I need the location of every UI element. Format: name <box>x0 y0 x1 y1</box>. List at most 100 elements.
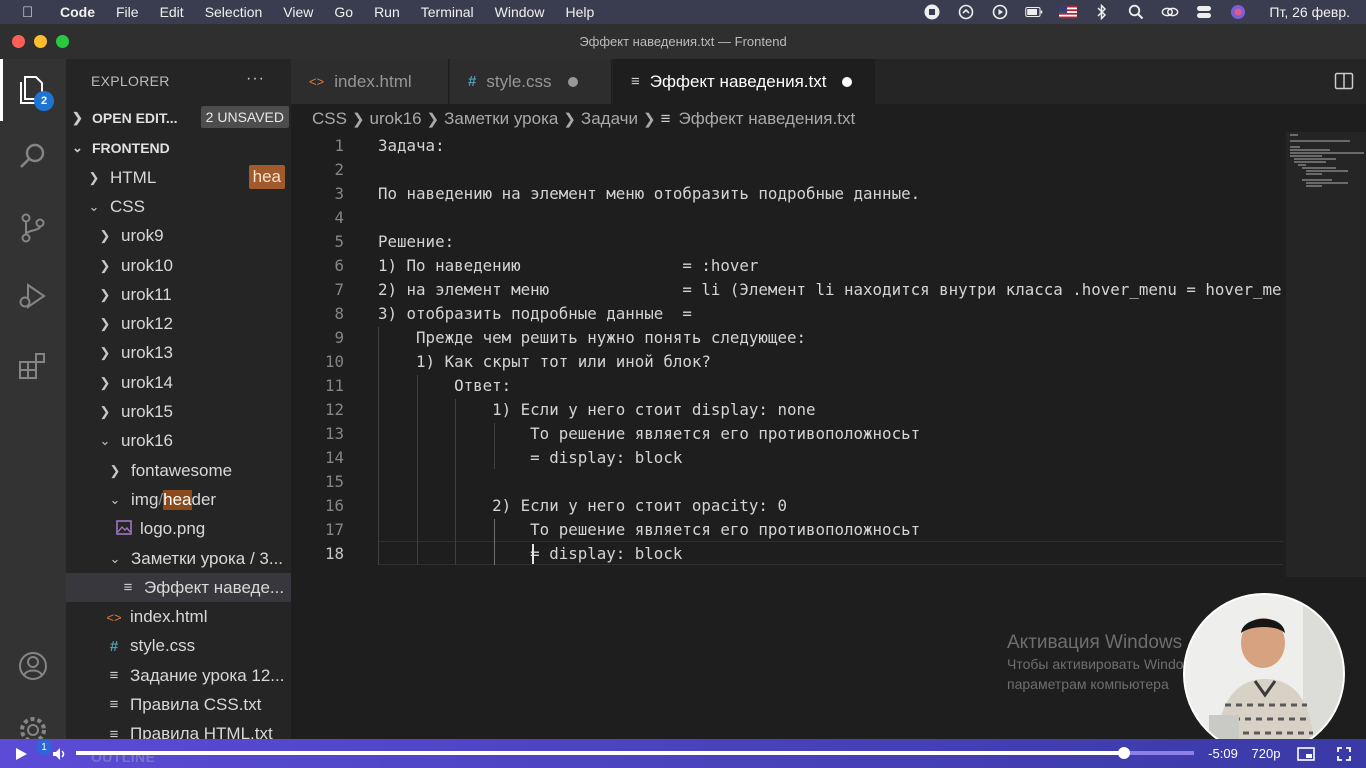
chevron-right-icon: ❯ <box>643 111 656 128</box>
control-center-icon[interactable] <box>1195 3 1213 21</box>
fullscreen-icon[interactable] <box>1332 739 1356 768</box>
volume-icon[interactable] <box>48 739 72 768</box>
tree-folder-urok14[interactable]: ❯ urok14 <box>66 368 291 397</box>
search-view-icon[interactable] <box>14 137 52 175</box>
play-icon[interactable] <box>8 739 34 768</box>
activity-bar: 2 <box>0 59 66 743</box>
minimap-line <box>1302 179 1332 181</box>
code-line: 18 = display: block <box>291 542 1286 566</box>
tree-folder-img-header[interactable]: ⌄ img / hea der <box>66 485 291 514</box>
open-editors-section[interactable]: ❯ OPEN EDIT... 2 UNSAVED <box>66 103 291 133</box>
text-file-icon: ≡ <box>123 579 133 597</box>
tree-folder-html[interactable]: ❯ HTML hea <box>66 163 291 192</box>
chevron-right-icon: ❯ <box>99 257 111 273</box>
image-file-icon <box>116 519 132 539</box>
editor-tab-bar: <> index.html # style.css ≡ Эффект навед… <box>291 59 1366 104</box>
menu-help[interactable]: Help <box>565 4 594 20</box>
tree-folder-zametki[interactable]: ⌄ Заметки урока / 3... <box>66 544 291 573</box>
unsaved-dot-icon[interactable] <box>567 76 578 87</box>
tree-folder-urok12[interactable]: ❯ urok12 <box>66 309 291 338</box>
frontend-folder-section[interactable]: ⌄ FRONTEND <box>66 133 291 163</box>
menu-app-name[interactable]: Code <box>60 4 95 20</box>
search-icon[interactable] <box>1127 3 1145 21</box>
chevron-down-icon: ⌄ <box>109 550 121 566</box>
menu-file[interactable]: File <box>116 4 139 20</box>
menu-window[interactable]: Window <box>495 4 545 20</box>
tree-folder-urok11[interactable]: ❯ urok11 <box>66 280 291 309</box>
line-number: 16 <box>324 496 344 515</box>
minimap-viewport[interactable] <box>1286 132 1366 577</box>
tree-folder-urok10[interactable]: ❯ urok10 <box>66 251 291 280</box>
bluetooth-icon[interactable] <box>1093 3 1111 21</box>
picture-in-picture-icon[interactable] <box>1294 739 1318 768</box>
tree-file-pravila-css[interactable]: ≡ Правила CSS.txt <box>66 690 291 719</box>
breadcrumb-item[interactable]: Задачи <box>581 109 638 129</box>
run-debug-icon[interactable] <box>14 277 52 315</box>
sync-icon[interactable] <box>957 3 975 21</box>
tab-style-css[interactable]: # style.css <box>450 59 612 104</box>
tab-label: index.html <box>334 71 412 91</box>
tree-folder-urok15[interactable]: ❯ urok15 <box>66 397 291 426</box>
menu-edit[interactable]: Edit <box>160 4 184 20</box>
video-player-bar: 1 OUTLINE -5:09 720p <box>0 739 1366 768</box>
tree-file-style-css[interactable]: # style.css <box>66 632 291 661</box>
code-line: 16 2) Если у него стоит opacity: 0 <box>291 494 1286 518</box>
line-number: 7 <box>334 280 344 299</box>
more-actions-icon[interactable]: ··· <box>246 70 265 88</box>
line-text: Задача: <box>378 136 445 155</box>
chevron-right-icon: ❯ <box>109 462 121 478</box>
siri-icon[interactable] <box>1229 3 1247 21</box>
play-circle-icon[interactable] <box>991 3 1009 21</box>
menu-run[interactable]: Run <box>374 4 400 20</box>
chevron-right-icon: ❯ <box>351 111 365 128</box>
tree-folder-css[interactable]: ⌄ CSS <box>66 192 291 221</box>
breadcrumb-item[interactable]: CSS <box>312 109 347 129</box>
text-file-icon: ≡ <box>109 696 119 714</box>
minimap-line <box>1306 173 1322 175</box>
tree-folder-urok13[interactable]: ❯ urok13 <box>66 339 291 368</box>
seek-bar[interactable] <box>76 747 1194 759</box>
quality-selector[interactable]: 720p <box>1250 739 1282 768</box>
menubar-date[interactable]: Пт, 26 февр. <box>1269 4 1350 20</box>
tree-file-logo-png[interactable]: logo.png <box>66 515 291 544</box>
tree-file-index-html[interactable]: <> index.html <box>66 602 291 631</box>
tree-file-zadanie-uroka[interactable]: ≡ Задание урока 12... <box>66 661 291 690</box>
screen-mirroring-icon[interactable] <box>1161 3 1179 21</box>
menu-terminal[interactable]: Terminal <box>421 4 474 20</box>
line-text: = display: block <box>378 544 683 563</box>
line-text: Ответ: <box>378 376 512 395</box>
line-number: 9 <box>334 328 344 347</box>
menu-view[interactable]: View <box>283 4 313 20</box>
split-editor-icon[interactable] <box>1334 71 1354 91</box>
explorer-icon[interactable]: 2 <box>14 71 54 111</box>
unsaved-badge: 2 UNSAVED <box>200 106 289 128</box>
breadcrumb-file[interactable]: Эффект наведения.txt <box>679 109 856 129</box>
tree-folder-urok16[interactable]: ⌄ urok16 <box>66 427 291 456</box>
battery-icon[interactable] <box>1025 3 1043 21</box>
html-file-icon: <> <box>309 74 325 89</box>
us-flag-icon[interactable] <box>1059 3 1078 21</box>
tree-label: urok10 <box>121 255 173 275</box>
line-number: 14 <box>324 448 344 467</box>
menu-go[interactable]: Go <box>334 4 353 20</box>
breadcrumb-item[interactable]: urok16 <box>370 109 422 129</box>
apple-icon[interactable]:  <box>22 4 42 21</box>
tree-folder-urok9[interactable]: ❯ urok9 <box>66 222 291 251</box>
tree-file-pravila-html[interactable]: ≡ Правила HTML.txt <box>66 720 291 739</box>
tab-index-html[interactable]: <> index.html <box>291 59 449 104</box>
account-icon[interactable] <box>14 647 52 685</box>
tree-file-effekt-navedeniya[interactable]: ≡ Эффект наведе... <box>66 573 291 603</box>
tree-label: Задание урока 12... <box>130 665 285 685</box>
breadcrumb-item[interactable]: Заметки урока <box>444 109 558 129</box>
extensions-icon[interactable] <box>14 347 52 385</box>
unsaved-dot-icon[interactable] <box>842 76 853 87</box>
chevron-right-icon: ❯ <box>88 169 100 185</box>
tree-folder-fontawesome[interactable]: ❯ fontawesome <box>66 456 291 485</box>
minimap-line <box>1290 146 1300 148</box>
record-icon[interactable] <box>923 3 941 21</box>
tab-effekt-navedeniya[interactable]: ≡ Эффект наведения.txt <box>613 59 875 104</box>
menu-selection[interactable]: Selection <box>205 4 263 20</box>
seek-handle[interactable] <box>1117 747 1130 759</box>
minimap-line <box>1290 134 1298 136</box>
source-control-icon[interactable] <box>14 209 52 247</box>
